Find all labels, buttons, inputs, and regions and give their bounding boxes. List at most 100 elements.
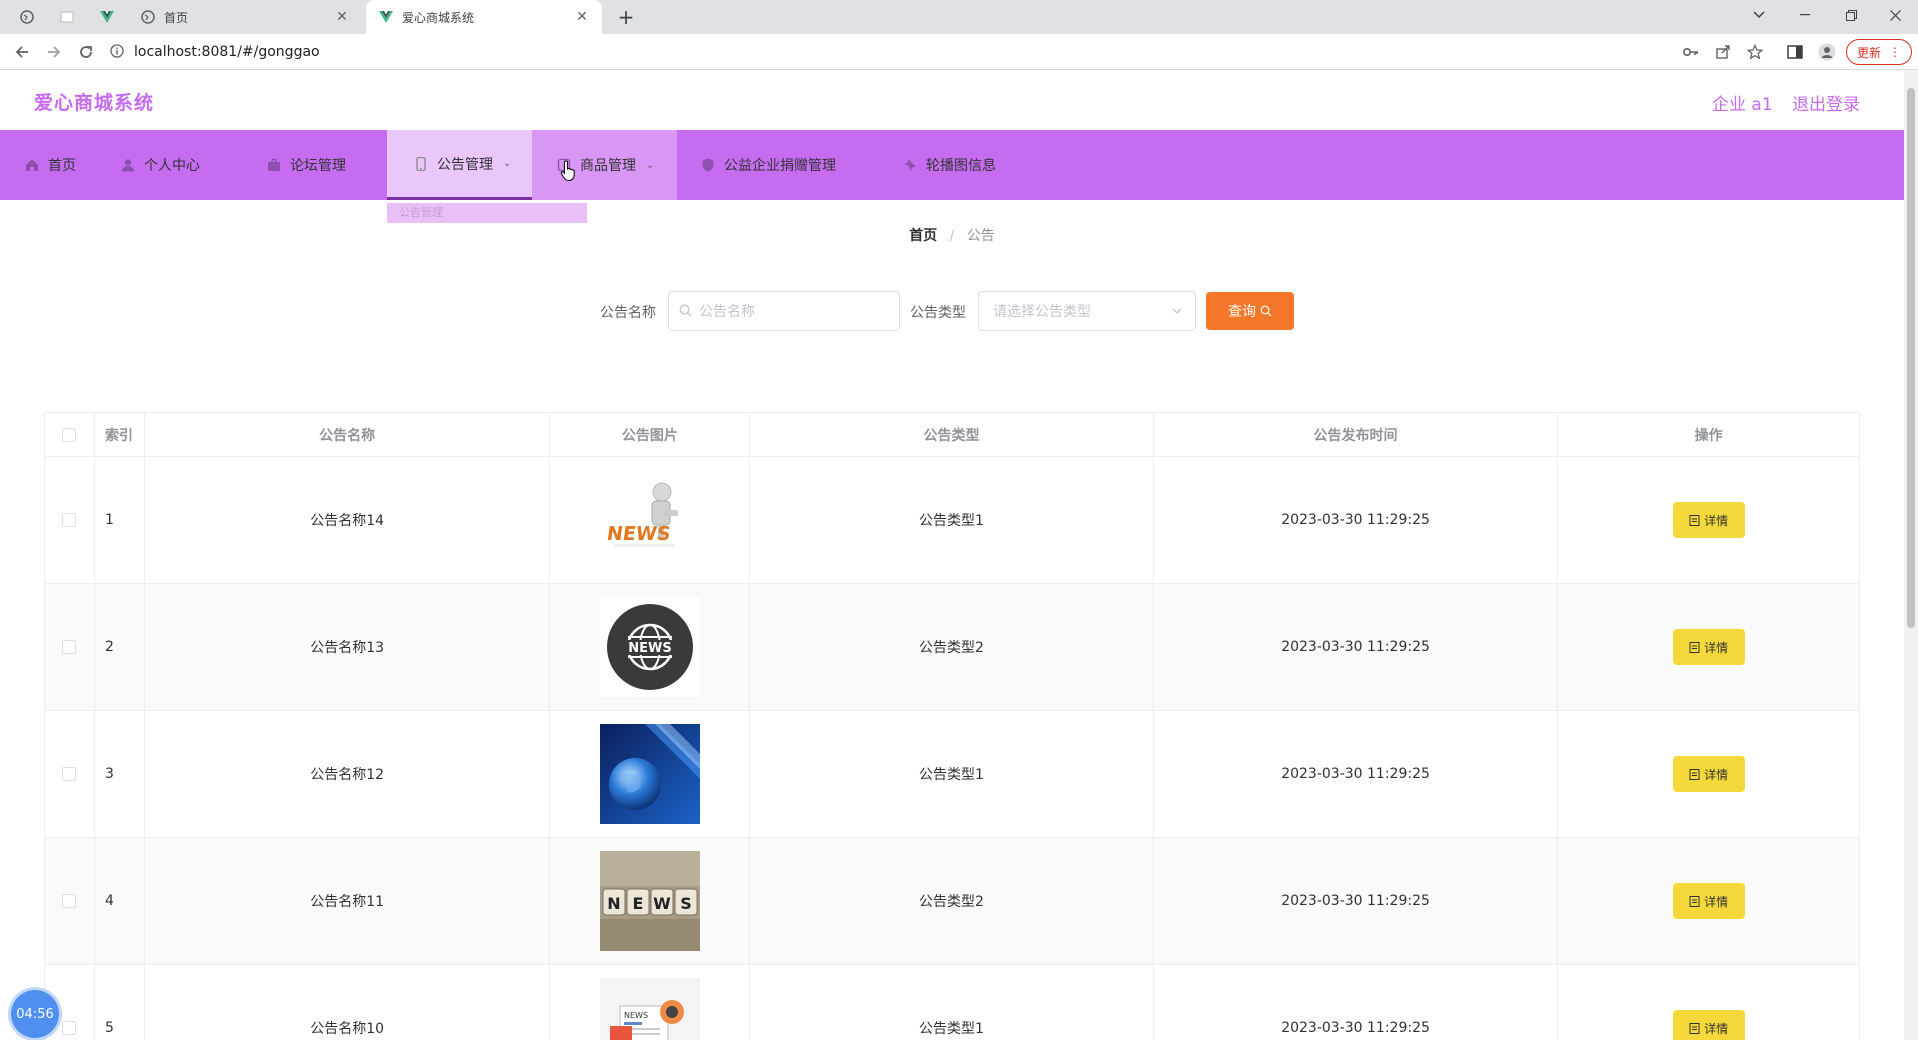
pinned-tab-blank-icon[interactable] — [52, 4, 82, 30]
nav-item-announcement[interactable]: 公告管理 ⌄ — [387, 130, 532, 200]
nav-label: 公告管理 — [437, 156, 493, 173]
detail-button[interactable]: 详情 — [1672, 883, 1745, 919]
nav-item-forum[interactable]: 论坛管理 — [266, 130, 386, 200]
type-select-placeholder: 请选择公告类型 — [993, 304, 1091, 320]
shield-icon — [700, 157, 716, 173]
checkbox-cell — [45, 711, 95, 837]
select-all-checkbox[interactable] — [62, 427, 77, 442]
tab-home[interactable]: 首页 ✕ — [128, 0, 362, 34]
chevron-down-icon: ⌄ — [646, 159, 655, 171]
detail-button[interactable]: 详情 — [1672, 756, 1745, 792]
detail-button[interactable]: 详情 — [1672, 502, 1745, 538]
key-icon[interactable] — [1682, 43, 1700, 61]
nav-label: 商品管理 — [580, 158, 636, 174]
scrollbar-thumb[interactable] — [1907, 88, 1915, 628]
image-cell: N E W S — [550, 838, 751, 964]
close-icon[interactable]: ✕ — [574, 9, 590, 25]
vue-icon — [378, 9, 394, 25]
pinned-tab-globe-icon[interactable] — [12, 4, 42, 30]
nav-label: 论坛管理 — [290, 158, 346, 174]
operation-cell: 详情 — [1558, 457, 1859, 583]
briefcase-icon — [266, 157, 282, 173]
checkbox-cell — [45, 838, 95, 964]
image-cell: NEWS — [550, 965, 751, 1040]
star-icon[interactable] — [1746, 43, 1764, 61]
info-icon[interactable] — [110, 44, 126, 60]
column-header: 操作 — [1694, 427, 1723, 444]
checkbox-cell — [45, 457, 95, 583]
nav-item-carousel[interactable]: 轮播图信息 — [902, 130, 1032, 200]
pinned-tab-vue-icon[interactable] — [92, 4, 122, 30]
new-tab-button[interactable]: + — [614, 5, 638, 29]
page-scrollbar[interactable] — [1904, 70, 1918, 1040]
breadcrumb-current: 公告 — [966, 228, 995, 244]
breadcrumb-separator: / — [949, 228, 955, 244]
table-header-row: 索引 公告名称 公告图片 公告类型 公告发布时间 操作 — [45, 413, 1859, 457]
reload-icon[interactable] — [74, 40, 98, 64]
close-window-icon[interactable] — [1872, 0, 1918, 30]
image-cell — [550, 711, 751, 837]
operation-cell: 详情 — [1558, 965, 1859, 1040]
nav-item-charity-donation[interactable]: 公益企业捐赠管理 — [700, 130, 880, 200]
user-icon — [120, 157, 136, 173]
row-checkbox[interactable] — [62, 1021, 77, 1035]
tab-active[interactable]: 爱心商城系统 ✕ — [366, 0, 602, 34]
restore-icon[interactable] — [1828, 0, 1874, 30]
profile-avatar-icon[interactable] — [1818, 43, 1836, 61]
nav-label: 公益企业捐赠管理 — [724, 158, 836, 174]
minimize-icon[interactable] — [1782, 0, 1828, 30]
nav-item-home[interactable]: 首页 — [24, 130, 124, 200]
browser-tabstrip: 首页 ✕ 爱心商城系统 ✕ + — [0, 0, 1918, 34]
name-filter-label: 公告名称 — [600, 305, 656, 321]
query-button[interactable]: 查询 — [1206, 292, 1294, 330]
logout-link[interactable]: 退出登录 — [1792, 90, 1860, 115]
name-search-input[interactable]: 公告名称 — [668, 291, 900, 331]
current-user[interactable]: 企业 a1 — [1712, 90, 1773, 115]
detail-button[interactable]: 详情 — [1672, 1010, 1745, 1040]
header-checkbox-cell — [45, 413, 95, 456]
breadcrumb-home[interactable]: 首页 — [909, 228, 937, 244]
index-cell: 2 — [95, 584, 145, 710]
update-button[interactable]: 更新 ⋮ — [1846, 39, 1912, 65]
type-select[interactable]: 请选择公告类型 — [978, 291, 1196, 331]
announcement-submenu-item[interactable]: 公告管理 — [387, 203, 587, 223]
share-icon[interactable] — [1714, 43, 1732, 61]
main-nav: 首页 个人中心 论坛管理 公告管理 ⌄ 商品管理 ⌄ 公益企业捐赠管理 轮播图信… — [0, 130, 1904, 200]
row-checkbox[interactable] — [62, 767, 77, 781]
tab-search-chevron-icon[interactable] — [1736, 0, 1782, 30]
address-bar[interactable]: localhost:8081/#/gonggao — [110, 39, 1910, 65]
close-icon[interactable]: ✕ — [334, 9, 350, 25]
detail-label: 详情 — [1704, 513, 1729, 528]
nav-label: 轮播图信息 — [926, 158, 996, 174]
tab-title: 首页 — [164, 10, 189, 25]
news-globe-badge-image: NEWS — [599, 597, 700, 697]
document-icon — [1689, 641, 1700, 653]
nav-item-products[interactable]: 商品管理 ⌄ — [532, 130, 677, 200]
nav-item-personal-center[interactable]: 个人中心 — [120, 130, 260, 200]
news-cubes-image: N E W S — [599, 851, 700, 951]
image-cell: NEWS — [550, 457, 751, 583]
row-checkbox[interactable] — [62, 640, 77, 654]
side-panel-icon[interactable] — [1786, 43, 1804, 61]
type-cell: 公告类型1 — [750, 965, 1154, 1040]
nav-label: 个人中心 — [144, 158, 200, 174]
table-row: 3 公告名称12 公告类型1 2023-03-30 11:29:25 详情 — [45, 711, 1859, 838]
globe-icon — [140, 9, 156, 25]
column-header: 公告图片 — [550, 413, 751, 456]
detail-button[interactable]: 详情 — [1672, 629, 1745, 665]
forward-arrow-icon[interactable] — [42, 40, 66, 64]
time-cell: 2023-03-30 11:29:25 — [1154, 584, 1559, 710]
timer-badge[interactable]: 04:56 — [11, 990, 59, 1038]
back-arrow-icon[interactable] — [10, 40, 34, 64]
type-cell: 公告类型1 — [750, 711, 1154, 837]
table-row: 2 公告名称13 NEWS 公告类型2 2023-03-30 11:29:25 — [45, 584, 1859, 711]
time-cell: 2023-03-30 11:29:25 — [1154, 838, 1559, 964]
row-checkbox[interactable] — [62, 894, 77, 908]
time-cell: 2023-03-30 11:29:25 — [1154, 711, 1559, 837]
name-cell: 公告名称12 — [145, 711, 551, 837]
detail-label: 详情 — [1704, 1021, 1729, 1036]
row-checkbox[interactable] — [62, 513, 77, 527]
type-cell: 公告类型1 — [750, 457, 1154, 583]
type-cell: 公告类型2 — [750, 838, 1154, 964]
column-header: 公告发布时间 — [1154, 413, 1559, 456]
